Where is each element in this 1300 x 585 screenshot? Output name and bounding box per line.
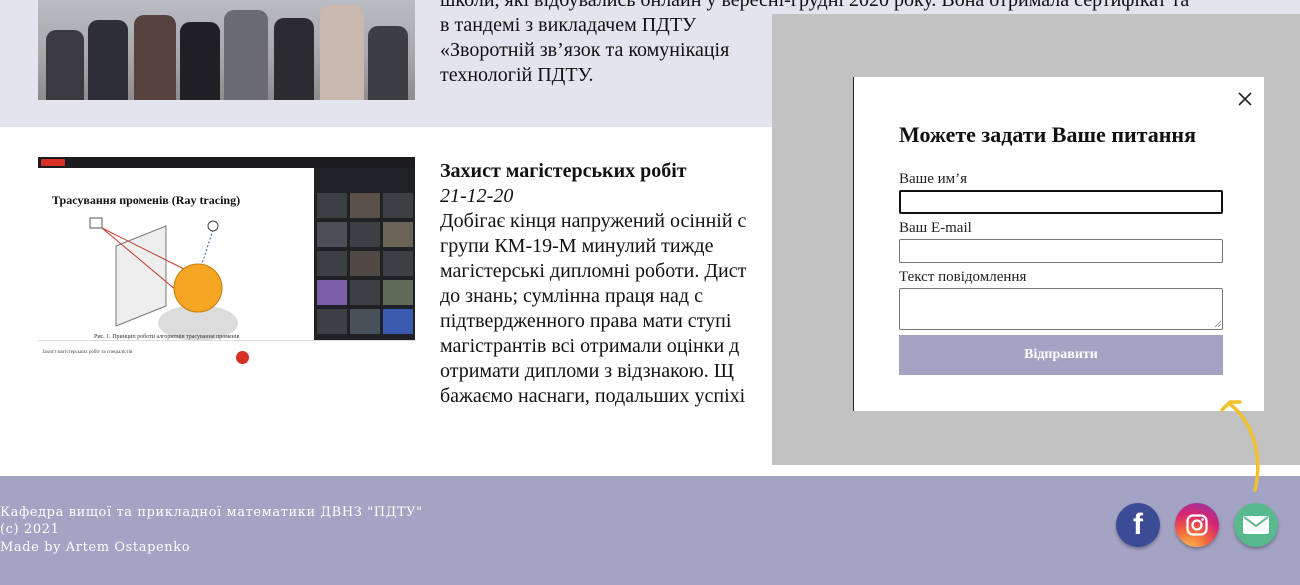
participant-tile: [349, 221, 381, 248]
person-figure: [274, 18, 314, 100]
resize-grip-icon[interactable]: [1214, 320, 1222, 328]
person-figure: [88, 20, 128, 100]
participant-tile: [382, 308, 414, 335]
participants-grid: [314, 168, 415, 340]
group-photo[interactable]: [38, 0, 415, 100]
participant-tile: [349, 192, 381, 219]
message-textarea[interactable]: [899, 288, 1223, 330]
person-figure: [180, 22, 220, 100]
instagram-icon: [1186, 514, 1208, 536]
end-call-icon: [236, 351, 249, 364]
participant-tile: [349, 279, 381, 306]
name-field[interactable]: [899, 190, 1223, 214]
person-figure: [368, 26, 408, 100]
person-figure: [224, 10, 268, 100]
footer-author: Made by Artem Ostapenko: [0, 540, 191, 555]
participant-tile: [382, 221, 414, 248]
email-label: Ваш E-mail: [899, 220, 972, 236]
footer-department: Кафедра вищої та прикладної математики Д…: [0, 505, 423, 520]
participant-tile: [316, 250, 348, 277]
mail-button[interactable]: [1234, 503, 1278, 547]
participant-tile: [316, 221, 348, 248]
footer-copyright: (с) 2021: [0, 522, 60, 537]
contact-form-modal: Можете задати Ваше питання Ваше им’я Ваш…: [853, 77, 1264, 411]
person-figure: [46, 30, 84, 100]
recording-badge: [41, 159, 65, 166]
participant-tile: [349, 250, 381, 277]
submit-button[interactable]: Відправити: [899, 335, 1223, 375]
participant-tile: [382, 279, 414, 306]
person-figure: [320, 5, 364, 100]
participant-tile: [316, 279, 348, 306]
modal-title: Можете задати Ваше питання: [899, 122, 1196, 147]
participant-tile: [349, 308, 381, 335]
call-top-bar: [38, 157, 415, 168]
email-field[interactable]: [899, 239, 1223, 263]
name-label: Ваше им’я: [899, 171, 968, 187]
participant-tile: [382, 192, 414, 219]
slide-title: Трасування променів (Ray tracing): [52, 193, 241, 207]
call-bottom-bar: Захист магістерських робіт та спеціаліст…: [38, 340, 415, 369]
participant-tile: [316, 192, 348, 219]
message-label: Текст повідомлення: [899, 269, 1027, 285]
participant-tile: [382, 250, 414, 277]
participant-tile: [316, 308, 348, 335]
news-text-line: школи, які відбувались онлайн у вересні-…: [440, 0, 1190, 11]
presentation-slide: Трасування променів (Ray tracing) Рис. 1…: [38, 168, 314, 341]
facebook-icon: f: [1133, 508, 1143, 541]
facebook-button[interactable]: f: [1116, 503, 1160, 547]
mail-icon: [1243, 516, 1269, 534]
person-figure: [134, 15, 176, 100]
meeting-label: Захист магістерських робіт та спеціаліст…: [42, 350, 133, 355]
video-call-screenshot[interactable]: Трасування променів (Ray tracing) Рис. 1…: [38, 157, 415, 369]
close-icon[interactable]: [1235, 89, 1255, 109]
instagram-button[interactable]: [1175, 503, 1219, 547]
site-footer: Кафедра вищої та прикладної математики Д…: [0, 476, 1300, 585]
